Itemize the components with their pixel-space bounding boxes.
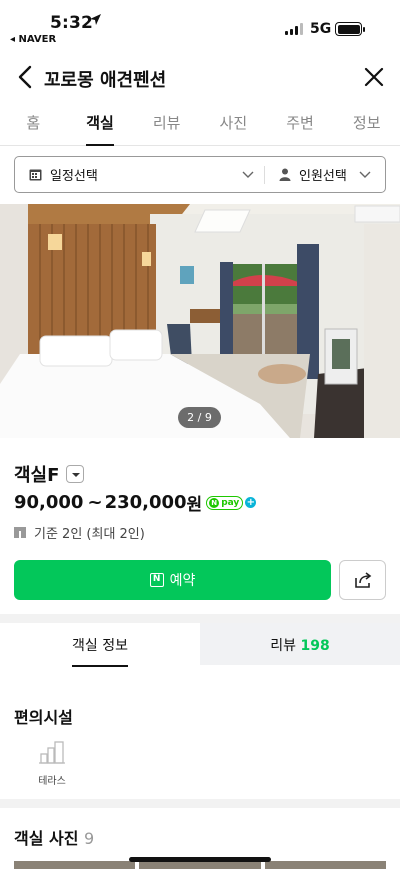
npay-logo-icon: N xyxy=(209,497,220,508)
photo-counter: 2 / 9 xyxy=(178,407,221,428)
review-count: 198 xyxy=(300,638,330,654)
price-separator: ~ xyxy=(87,492,103,513)
npay-label: pay xyxy=(221,497,240,508)
back-to-app-link[interactable]: ◂ NAVER xyxy=(10,34,56,45)
battery-icon xyxy=(335,22,365,36)
amenities-title: 편의시설 xyxy=(14,708,73,727)
section-divider xyxy=(0,799,400,808)
status-time: 5:32 xyxy=(50,13,94,33)
reserve-button[interactable]: N 예약 xyxy=(14,560,331,600)
building-icon xyxy=(39,741,65,764)
building-icon xyxy=(14,527,26,538)
room-photo xyxy=(0,204,400,438)
npay-badge: N pay xyxy=(206,495,244,510)
home-indicator[interactable] xyxy=(129,857,271,862)
tab-nearby[interactable]: 주변 xyxy=(267,104,334,145)
room-photos-title: 객실 사진 9 xyxy=(14,825,94,849)
naver-booking-icon: N xyxy=(149,573,164,587)
close-icon[interactable] xyxy=(362,65,386,89)
tab-photos[interactable]: 사진 xyxy=(200,104,267,145)
price-max: 230,000 xyxy=(104,492,187,513)
network-type: 5G xyxy=(310,21,332,37)
main-tabs: 홈 객실 리뷰 사진 주변 정보 xyxy=(0,104,400,146)
tab-rooms[interactable]: 객실 xyxy=(67,104,134,146)
subtab-reviews-label: 리뷰 xyxy=(270,638,297,654)
room-photo-carousel[interactable]: 2 / 9 xyxy=(0,204,400,438)
status-bar: 5:32 ◂ NAVER 5G xyxy=(0,0,400,50)
booking-selector: 일정선택 인원선택 xyxy=(14,156,386,193)
location-arrow-icon xyxy=(90,14,101,25)
room-dropdown-icon[interactable] xyxy=(66,465,85,483)
amenity-label: 테라스 xyxy=(38,776,66,787)
capacity-text: 기준 2인 (최대 2인) xyxy=(34,527,145,542)
capacity-row: 기준 2인 (최대 2인) xyxy=(14,523,145,542)
signal-icon xyxy=(285,23,303,35)
room-photos-count: 9 xyxy=(84,829,95,848)
share-icon xyxy=(354,572,371,588)
room-name: 객실F xyxy=(14,465,60,486)
price-currency: 원 xyxy=(186,495,203,515)
room-subtabs: 객실 정보 리뷰 198 xyxy=(0,623,400,667)
room-name-row[interactable]: 객실F xyxy=(14,461,85,487)
photo-thumbnail[interactable] xyxy=(139,861,261,869)
section-divider xyxy=(0,614,400,623)
page-title: 꼬로몽 애견펜션 xyxy=(44,70,167,91)
photo-thumbnails[interactable] xyxy=(14,861,386,869)
subtab-reviews[interactable]: 리뷰 198 xyxy=(200,623,400,665)
calendar-icon xyxy=(29,169,42,181)
subtab-room-info-label: 객실 정보 xyxy=(72,638,128,667)
tab-home[interactable]: 홈 xyxy=(0,104,67,145)
price-min: 90,000 xyxy=(14,492,84,513)
date-select-button[interactable]: 일정선택 xyxy=(15,157,264,192)
share-button[interactable] xyxy=(339,560,386,600)
amenity-item-terrace: 테라스 xyxy=(30,740,74,787)
people-select-button[interactable]: 인원선택 xyxy=(265,157,385,192)
subtab-room-info[interactable]: 객실 정보 xyxy=(0,623,200,667)
reserve-label: 예약 xyxy=(169,573,196,589)
people-select-label: 인원선택 xyxy=(299,169,347,184)
chevron-down-icon xyxy=(242,171,254,178)
chevron-down-icon xyxy=(359,171,371,178)
person-icon xyxy=(279,168,291,181)
tab-reviews[interactable]: 리뷰 xyxy=(133,104,200,145)
photo-thumbnail[interactable] xyxy=(14,861,136,869)
price-row: 90,000 ~ 230,000 원 N pay + xyxy=(14,490,257,515)
back-icon[interactable] xyxy=(14,63,38,91)
photo-thumbnail[interactable] xyxy=(264,861,386,869)
room-photos-title-text: 객실 사진 xyxy=(14,829,79,848)
top-header: 꼬로몽 애견펜션 xyxy=(0,55,400,101)
date-select-label: 일정선택 xyxy=(50,169,98,184)
npay-plus-icon: + xyxy=(245,497,257,508)
tab-info[interactable]: 정보 xyxy=(333,104,400,145)
